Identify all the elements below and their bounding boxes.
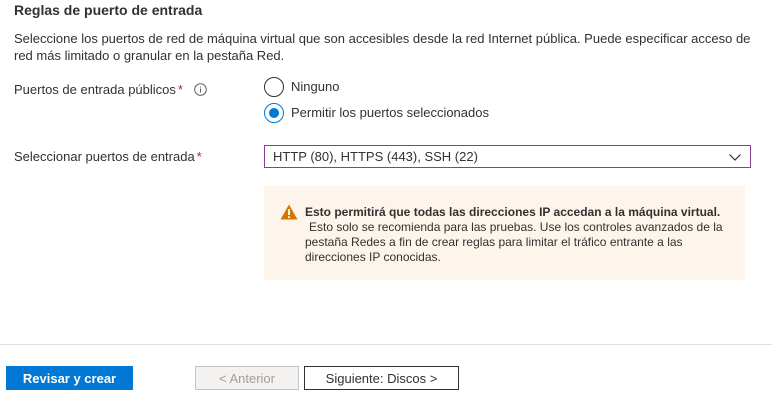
warning-body-line: Esto solo se recomienda para las pruebas… xyxy=(309,220,723,234)
radio-option-none[interactable]: Ninguno xyxy=(264,77,339,97)
chevron-down-icon xyxy=(729,154,741,161)
public-ports-label-text: Puertos de entrada públicos xyxy=(14,82,176,97)
radio-none-label: Ninguno xyxy=(291,79,340,94)
previous-button[interactable]: < Anterior xyxy=(195,366,299,390)
required-mark: * xyxy=(177,82,183,97)
warning-message: Esto permitirá que todas las direcciones… xyxy=(264,186,745,280)
footer-divider xyxy=(0,344,772,345)
info-icon[interactable] xyxy=(194,83,207,96)
required-mark: * xyxy=(196,149,202,164)
warning-body-line: direcciones IP conocidas. xyxy=(305,250,441,264)
section-description: Seleccione los puertos de red de máquina… xyxy=(14,31,751,63)
radio-allow-selected-label: Permitir los puertos seleccionados xyxy=(291,105,489,120)
warning-body-line: pestaña Redes a fin de crear reglas para… xyxy=(305,235,683,249)
radio-option-allow-selected[interactable]: Permitir los puertos seleccionados xyxy=(264,103,489,123)
radio-allow-selected[interactable] xyxy=(264,103,284,123)
review-create-button[interactable]: Revisar y crear xyxy=(6,366,133,390)
warning-title: Esto permitirá que todas las direcciones… xyxy=(305,205,721,219)
warning-body: Esto solo se recomienda para las pruebas… xyxy=(305,220,725,265)
next-button[interactable]: Siguiente: Discos > xyxy=(304,366,459,390)
select-ports-value: HTTP (80), HTTPS (443), SSH (22) xyxy=(273,149,478,164)
warning-icon xyxy=(280,204,298,220)
radio-none[interactable] xyxy=(264,77,284,97)
public-ports-label: Puertos de entrada públicos * xyxy=(14,82,183,98)
select-ports-dropdown[interactable]: HTTP (80), HTTPS (443), SSH (22) xyxy=(264,145,751,168)
section-title: Reglas de puerto de entrada xyxy=(14,2,203,18)
select-ports-label-text: Seleccionar puertos de entrada xyxy=(14,149,195,164)
select-ports-label: Seleccionar puertos de entrada * xyxy=(14,149,202,165)
